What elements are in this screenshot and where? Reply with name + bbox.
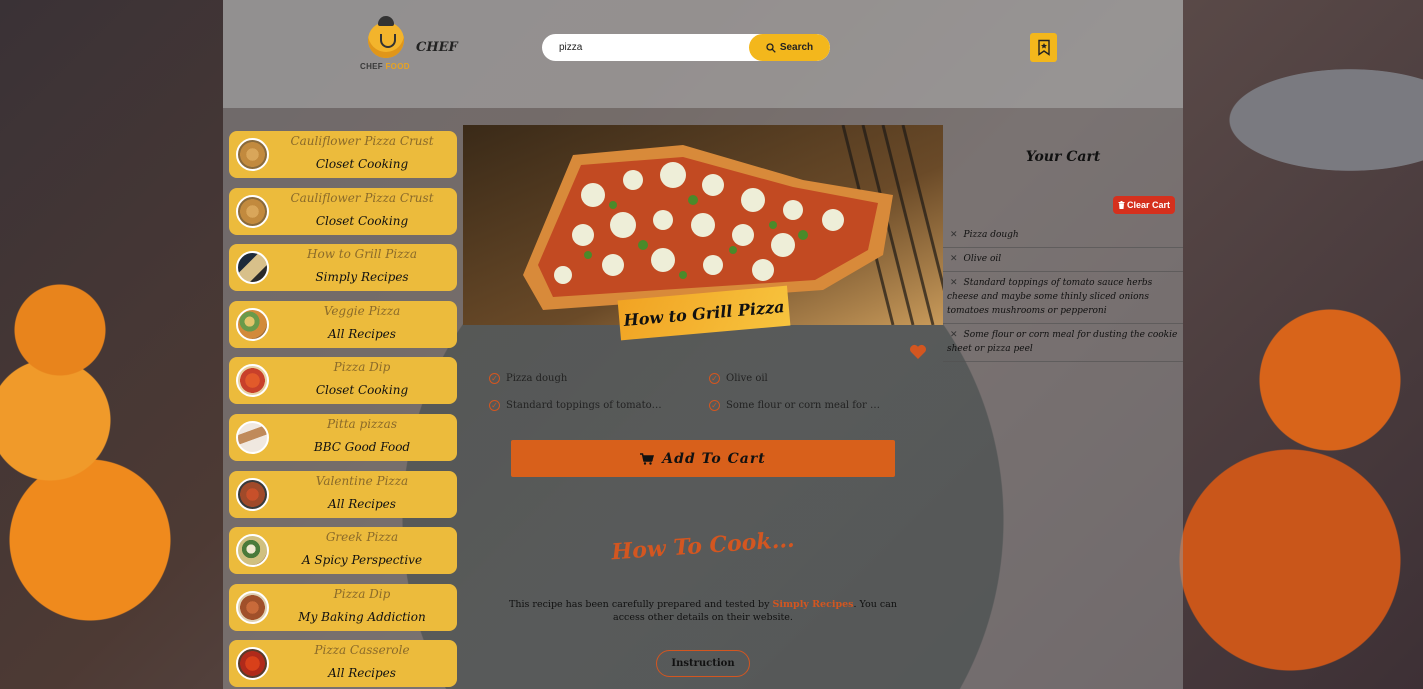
result-title: Valentine Pizza — [315, 473, 409, 488]
cart-item-text: Pizza dough — [963, 230, 1019, 240]
result-item[interactable]: Pizza Casserole All Recipes — [229, 640, 457, 688]
result-item[interactable]: Pitta pizzas BBC Good Food — [229, 413, 457, 461]
trash-icon — [1118, 201, 1125, 209]
result-publisher: All Recipes — [328, 326, 396, 341]
recipe-thumbnail — [236, 364, 269, 398]
result-title: Greek Pizza — [325, 530, 399, 545]
bookmark-icon — [1037, 39, 1050, 56]
heart-icon[interactable] — [909, 344, 927, 364]
result-item[interactable]: Cauliflower Pizza Crust Closet Cooking — [229, 187, 457, 235]
cart-item: ✕ Some flour or corn meal for dusting the… — [943, 324, 1183, 362]
logo-title: CHEF — [416, 40, 458, 55]
result-publisher: BBC Good Food — [313, 439, 411, 454]
ingredient-text: Olive oil — [726, 373, 768, 384]
result-publisher: My Baking Addiction — [298, 609, 426, 624]
logo-subtitle: CHEF FOOD — [360, 62, 410, 71]
chef-logo-icon[interactable] — [368, 16, 404, 58]
recipe-thumbnail — [236, 194, 269, 228]
check-icon: ✓ — [489, 400, 500, 411]
result-title: How to Grill Pizza — [307, 247, 417, 262]
remove-icon[interactable]: ✕ — [950, 254, 958, 264]
result-title: Pizza Dip — [333, 586, 391, 601]
remove-icon[interactable]: ✕ — [950, 230, 958, 240]
recipe-thumbnail — [236, 138, 269, 171]
recipe-thumbnail — [236, 477, 269, 511]
recipe-thumbnail — [236, 647, 269, 681]
recipe-thumbnail — [236, 251, 269, 285]
main-panel: CHEF FOOD CHEF Search Cauliflower Pizza … — [223, 0, 1183, 689]
ingredient-text: Standard toppings of tomato… — [506, 400, 662, 411]
result-item[interactable]: Pizza Dip My Baking Addiction — [229, 583, 457, 631]
ingredient-text: Pizza dough — [506, 373, 568, 384]
cook-text-part: This recipe has been carefully prepared … — [509, 599, 773, 610]
ingredient-item: ✓ Standard toppings of tomato… — [489, 400, 662, 411]
cook-publisher: Simply Recipes — [772, 599, 854, 610]
cart-item-text: Some flour or corn meal for dusting the … — [947, 330, 1178, 354]
clear-cart-button[interactable]: Clear Cart — [1113, 196, 1175, 214]
result-item[interactable]: Valentine Pizza All Recipes — [229, 470, 457, 518]
ingredient-item: ✓ Pizza dough — [489, 373, 567, 384]
check-icon: ✓ — [709, 400, 720, 411]
recipe-thumbnail — [236, 534, 269, 568]
ingredient-text: Some flour or corn meal for … — [726, 400, 880, 411]
cart-items: ✕ Pizza dough ✕ Olive oil ✕ Standard toppin… — [943, 224, 1183, 362]
result-item[interactable]: Greek Pizza A Spicy Perspective — [229, 527, 457, 575]
search-input[interactable] — [542, 34, 748, 61]
check-icon: ✓ — [489, 373, 500, 384]
cart-item-text: Standard toppings of tomato sauce herbs … — [947, 278, 1153, 316]
cook-description: This recipe has been carefully prepared … — [503, 598, 903, 624]
how-to-cook-heading: How To Cook... — [610, 526, 796, 566]
result-item[interactable]: Pizza Dip Closet Cooking — [229, 357, 457, 405]
result-title: Veggie Pizza — [323, 303, 401, 318]
result-title: Pizza Casserole — [314, 643, 410, 658]
search-button-label: Search — [779, 42, 814, 53]
result-title: Cauliflower Pizza Crust — [290, 134, 434, 148]
clear-cart-label: Clear Cart — [1126, 200, 1171, 210]
result-title: Pizza Dip — [333, 360, 391, 375]
cart-item: ✕ Standard toppings of tomato sauce herbs… — [943, 272, 1183, 324]
add-to-cart-button[interactable]: Add To Cart — [511, 440, 895, 477]
result-publisher: All Recipes — [328, 496, 396, 511]
logo-sub-a: CHEF — [360, 62, 386, 71]
search-button[interactable]: Search — [749, 34, 830, 61]
cart-panel: Your Cart Clear Cart ✕ Pizza dough ✕ Olive… — [943, 125, 1183, 689]
header: CHEF FOOD CHEF Search — [223, 0, 1183, 108]
remove-icon[interactable]: ✕ — [950, 330, 958, 340]
result-item[interactable]: Veggie Pizza All Recipes — [229, 300, 457, 348]
result-item[interactable]: Cauliflower Pizza Crust Closet Cooking — [229, 131, 457, 178]
result-title: Cauliflower Pizza Crust — [290, 190, 434, 205]
search-icon — [766, 42, 776, 53]
instruction-button[interactable]: Instruction — [656, 650, 750, 677]
cart-title: Your Cart — [1025, 149, 1101, 165]
result-item[interactable]: How to Grill Pizza Simply Recipes — [229, 244, 457, 292]
result-publisher: Closet Cooking — [315, 383, 409, 398]
recipe-thumbnail — [236, 590, 269, 624]
search-bar: Search — [542, 34, 830, 61]
check-icon: ✓ — [709, 373, 720, 384]
result-publisher: All Recipes — [328, 666, 396, 681]
result-publisher: Closet Cooking — [315, 157, 409, 171]
search-results-list: Cauliflower Pizza Crust Closet Cooking C… — [229, 131, 457, 689]
result-title: Pitta pizzas — [326, 416, 397, 431]
logo-sub-b: FOOD — [385, 62, 410, 71]
ingredient-item: ✓ Olive oil — [709, 373, 768, 384]
bookmarks-button[interactable] — [1030, 33, 1057, 62]
cart-item: ✕ Pizza dough — [943, 224, 1183, 248]
result-publisher: A Spicy Perspective — [301, 553, 423, 568]
recipe-view: How to Grill Pizza ✓ Pizza dough ✓ Olive… — [463, 125, 943, 689]
add-to-cart-label: Add To Cart — [662, 450, 766, 467]
recipe-thumbnail — [236, 420, 269, 454]
remove-icon[interactable]: ✕ — [950, 278, 958, 288]
cart-item: ✕ Olive oil — [943, 248, 1183, 272]
cart-icon — [640, 452, 655, 465]
cart-item-text: Olive oil — [963, 254, 1002, 264]
result-publisher: Simply Recipes — [315, 270, 409, 285]
recipe-thumbnail — [236, 307, 269, 341]
result-publisher: Closet Cooking — [315, 213, 409, 228]
ingredient-item: ✓ Some flour or corn meal for … — [709, 400, 880, 411]
